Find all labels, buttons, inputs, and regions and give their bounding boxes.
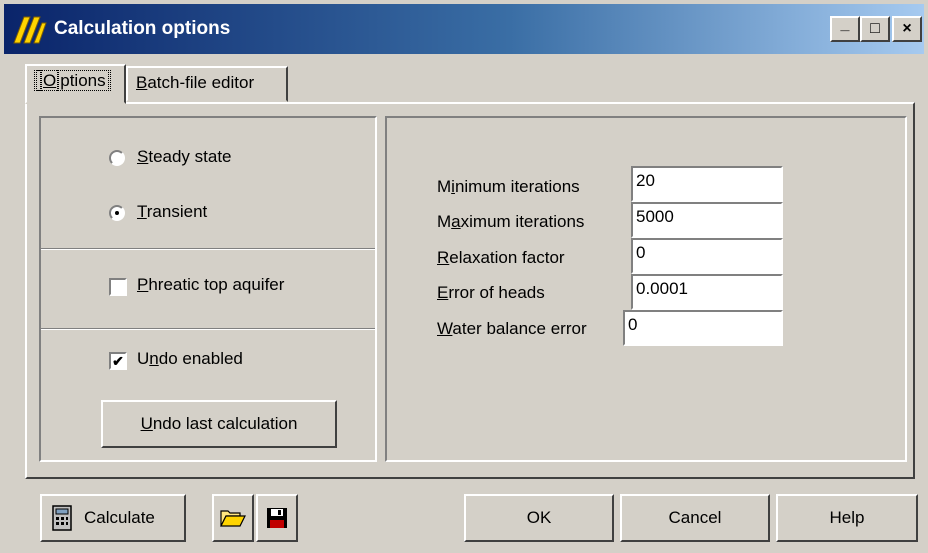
open-button[interactable] xyxy=(212,494,254,542)
options-panel: Steady state Transient Phreatic top aqui… xyxy=(25,102,915,479)
phreatic-top-aquifer-label[interactable]: Phreatic top aquifer xyxy=(137,275,284,295)
maximize-icon: □ xyxy=(870,20,880,37)
calculation-options-window: Calculation options _ □ × Options Batch-… xyxy=(0,0,928,553)
transient-radio[interactable] xyxy=(109,205,125,221)
undo-enabled-label[interactable]: Undo enabled xyxy=(137,349,243,369)
maximize-button[interactable]: □ xyxy=(860,16,890,42)
transient-label[interactable]: Transient xyxy=(137,202,207,222)
ok-button[interactable]: OK xyxy=(464,494,614,542)
help-button[interactable]: Help xyxy=(776,494,918,542)
calculator-icon xyxy=(52,505,72,531)
minimize-button[interactable]: _ xyxy=(830,16,860,42)
iteration-parameters-group: Minimum iterations 20 Maximum iterations… xyxy=(385,116,907,462)
maximum-iterations-label: Maximum iterations xyxy=(437,212,585,231)
left-options-group: Steady state Transient Phreatic top aqui… xyxy=(39,116,377,462)
calculate-label: Calculate xyxy=(84,508,155,527)
water-balance-error-label: Water balance error xyxy=(437,319,587,338)
window-title: Calculation options xyxy=(54,18,231,39)
undo-last-calculation-button[interactable]: Undo last calculation xyxy=(101,400,337,448)
floppy-disk-icon xyxy=(267,508,287,528)
app-icon xyxy=(13,16,47,44)
radio-selected-dot xyxy=(115,211,119,215)
folder-open-icon xyxy=(220,510,246,527)
undo-enabled-checkbox[interactable]: ✔ xyxy=(109,352,127,370)
error-of-heads-label: Error of heads xyxy=(437,283,545,302)
separator xyxy=(41,248,375,250)
close-icon: × xyxy=(902,20,912,37)
close-button[interactable]: × xyxy=(892,16,922,42)
checkmark-icon: ✔ xyxy=(112,353,124,369)
error-of-heads-field[interactable]: 0.0001 xyxy=(631,274,783,310)
relaxation-factor-label: Relaxation factor xyxy=(437,248,565,267)
maximum-iterations-field[interactable]: 5000 xyxy=(631,202,783,238)
relaxation-factor-field[interactable]: 0 xyxy=(631,238,783,274)
steady-state-radio[interactable] xyxy=(109,150,125,166)
tab-batch-file-editor[interactable]: Batch-file editor xyxy=(126,66,288,102)
phreatic-top-aquifer-checkbox[interactable] xyxy=(109,278,127,296)
minimum-iterations-field[interactable]: 20 xyxy=(631,166,783,202)
minimize-icon: _ xyxy=(840,16,850,33)
steady-state-label[interactable]: Steady state xyxy=(137,147,232,167)
cancel-button[interactable]: Cancel xyxy=(620,494,770,542)
calculate-button[interactable]: Calculate xyxy=(40,494,186,542)
water-balance-error-field[interactable]: 0 xyxy=(623,310,783,346)
separator xyxy=(41,328,375,330)
title-bar[interactable]: Calculation options _ □ × xyxy=(4,4,924,54)
minimum-iterations-label: Minimum iterations xyxy=(437,177,580,196)
tab-options[interactable]: Options xyxy=(25,64,126,104)
save-button[interactable] xyxy=(256,494,298,542)
